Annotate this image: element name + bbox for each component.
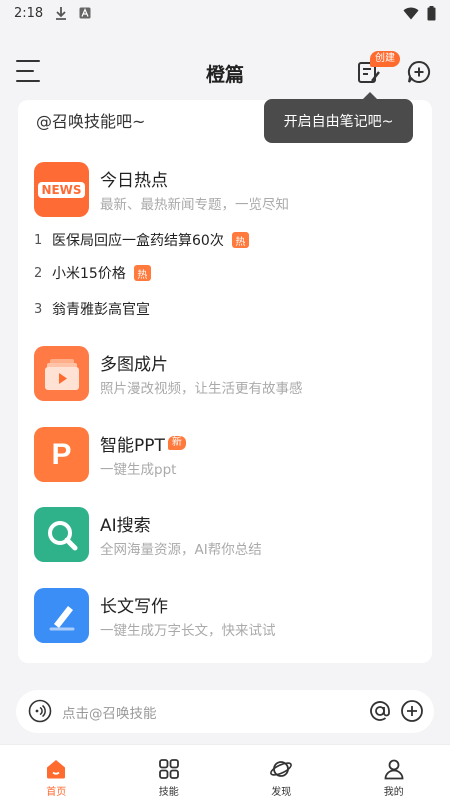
hot-badge: 热 <box>133 265 151 281</box>
notification-a-icon <box>79 7 91 19</box>
tab-discover[interactable]: 发现 <box>225 745 338 800</box>
skill-multi-image-video[interactable]: 多图成片 照片漫改视频，让生活更有故事感 <box>34 346 414 402</box>
skill-ai-search[interactable]: AI搜索 全网海量资源，AI帮你总结 <box>34 507 414 563</box>
hot-topic-text: 医保局回应一盒药结算60次 <box>52 233 224 249</box>
tab-home[interactable]: 首页 <box>0 745 113 800</box>
hot-topic-rank: 2 <box>34 265 43 281</box>
video-collage-icon <box>34 346 89 401</box>
summon-prompt: @召唤技能吧~ <box>36 112 146 131</box>
hot-topic-rank: 1 <box>34 232 43 248</box>
hot-topic-rank: 3 <box>34 301 43 317</box>
skill-title: 今日热点 <box>100 171 168 191</box>
app-header: 橙篇 创建 <box>0 50 450 94</box>
status-bar: 2:18 <box>0 0 450 26</box>
note-tooltip: 开启自由笔记吧~ <box>264 92 413 143</box>
tab-label: 我的 <box>383 787 404 798</box>
skill-title: AI搜索 <box>100 516 151 536</box>
tab-profile[interactable]: 我的 <box>338 745 450 800</box>
skill-description: 照片漫改视频，让生活更有故事感 <box>100 381 303 397</box>
skill-description: 最新、最热新闻专题，一览尽知 <box>100 197 289 213</box>
skill-title-text: 智能PPT <box>100 436 165 456</box>
grid-icon <box>158 759 179 779</box>
voice-icon[interactable] <box>28 699 52 723</box>
hot-topic-text: 翁青雅彭高官宣 <box>52 302 150 318</box>
bottom-tab-bar: 首页 技能 发现 我的 <box>0 744 450 800</box>
hot-topic-text: 小米15价格 <box>52 266 126 282</box>
new-badge: 新 <box>167 436 186 450</box>
user-icon <box>384 759 404 780</box>
download-icon <box>56 7 67 20</box>
at-icon[interactable] <box>368 699 392 723</box>
battery-icon <box>427 5 436 20</box>
pen-icon <box>34 588 89 643</box>
tab-label: 首页 <box>46 787 67 798</box>
tab-label: 发现 <box>271 787 292 798</box>
tab-skills[interactable]: 技能 <box>113 745 226 800</box>
input-placeholder[interactable]: 点击@召唤技能 <box>62 702 157 722</box>
planet-icon <box>270 761 293 777</box>
skill-smart-ppt[interactable]: P 智能PPT 新 一键生成ppt <box>34 427 414 483</box>
skill-title: 长文写作 <box>100 597 168 617</box>
wifi-icon <box>403 7 419 19</box>
home-icon <box>47 760 66 779</box>
skills-card: @召唤技能吧~ NEWS 今日热点 最新、最热新闻专题，一览尽知 1 医保局回应… <box>18 100 432 663</box>
search-icon <box>34 507 89 562</box>
news-icon: NEWS <box>34 162 89 217</box>
tab-label: 技能 <box>158 787 179 798</box>
skill-description: 一键生成万字长文，快来试试 <box>100 623 276 639</box>
create-badge[interactable]: 创建 <box>370 51 400 67</box>
hot-topic-item[interactable]: 2 小米15价格 热 <box>34 261 334 285</box>
skill-description: 全网海量资源，AI帮你总结 <box>100 542 262 558</box>
plus-icon[interactable] <box>400 699 424 723</box>
skill-title: 智能PPT 新 <box>100 431 186 456</box>
hot-badge: 热 <box>231 232 249 248</box>
skill-description: 一键生成ppt <box>100 462 177 478</box>
skill-input-bar[interactable]: 点击@召唤技能 <box>16 690 434 733</box>
skill-hot-topics[interactable]: NEWS 今日热点 最新、最热新闻专题，一览尽知 <box>34 162 414 218</box>
chat-add-icon[interactable] <box>406 59 432 85</box>
skill-long-writing[interactable]: 长文写作 一键生成万字长文，快来试试 <box>34 588 414 644</box>
hot-topic-item[interactable]: 3 翁青雅彭高官宣 <box>34 297 334 321</box>
hot-topic-item[interactable]: 1 医保局回应一盒药结算60次 热 <box>34 228 334 252</box>
status-time: 2:18 <box>14 5 44 21</box>
skill-title: 多图成片 <box>100 355 168 375</box>
ppt-icon: P <box>34 427 89 482</box>
